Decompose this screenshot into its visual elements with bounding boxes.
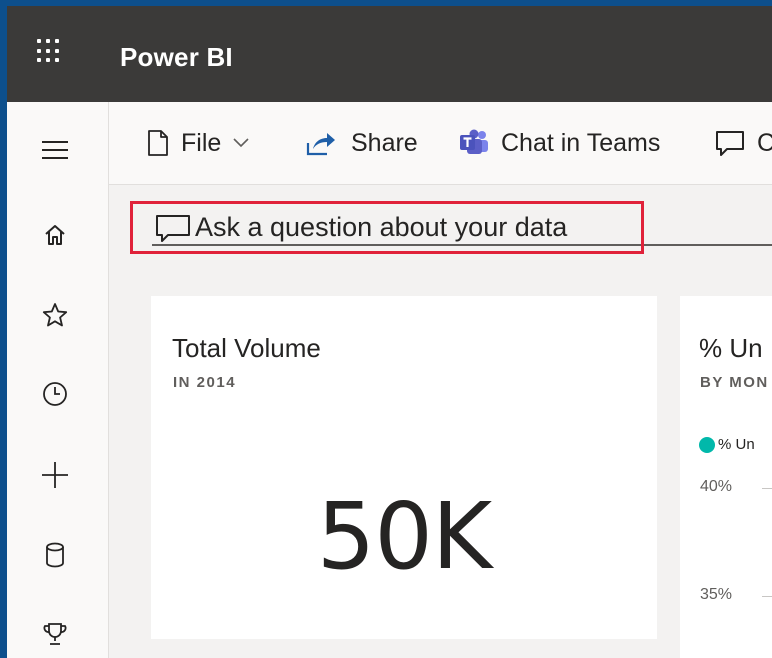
- file-label: File: [181, 128, 222, 157]
- chat-in-teams-label: Chat in Teams: [501, 128, 661, 157]
- app-title[interactable]: Power BI: [120, 42, 233, 73]
- share-label: Share: [351, 128, 418, 157]
- legend-swatch: [699, 436, 715, 453]
- gridline: [762, 488, 772, 489]
- chart-tile-percent[interactable]: % Un BY MON % Un 40% 35%: [680, 296, 772, 658]
- database-icon[interactable]: [35, 535, 75, 575]
- tile-subtitle: IN 2014: [173, 374, 237, 391]
- kpi-tile-total-volume[interactable]: Total Volume IN 2014 50K: [151, 296, 657, 639]
- chat-in-teams-button[interactable]: Chat in Teams: [459, 128, 660, 158]
- clock-icon[interactable]: [35, 374, 75, 414]
- legend-label: % Un: [718, 436, 755, 453]
- kpi-value: 50K: [316, 483, 492, 590]
- trophy-icon[interactable]: [35, 614, 75, 654]
- hamburger-icon[interactable]: [35, 130, 75, 170]
- y-tick-label: 40%: [700, 478, 733, 495]
- document-icon: [148, 130, 168, 156]
- top-bar: Power BI: [7, 6, 772, 102]
- chevron-down-icon: [233, 138, 249, 148]
- action-bar: File Share Chat in Teams C: [109, 102, 772, 185]
- comment-icon: [156, 214, 190, 242]
- comment-icon: [716, 131, 744, 156]
- chart-legend: % Un: [699, 436, 755, 453]
- star-icon[interactable]: [35, 295, 75, 335]
- file-menu[interactable]: File: [147, 128, 249, 158]
- y-tick-label: 35%: [700, 586, 733, 603]
- app-launcher-icon[interactable]: [37, 39, 61, 63]
- share-button[interactable]: Share: [305, 128, 418, 158]
- tile-title: Total Volume: [172, 333, 321, 363]
- comment-button[interactable]: C: [715, 128, 772, 158]
- tile-subtitle: BY MON: [700, 374, 769, 391]
- teams-icon: [460, 129, 488, 154]
- qna-input[interactable]: Ask a question about your data: [130, 201, 644, 254]
- comment-label: C: [757, 128, 772, 157]
- home-icon[interactable]: [35, 215, 75, 255]
- tile-title: % Un: [699, 333, 763, 363]
- gridline: [762, 596, 772, 597]
- left-nav: [7, 102, 109, 658]
- qna-placeholder: Ask a question about your data: [195, 212, 568, 242]
- app-frame: Power BI File Share Chat in Teams C Ask …: [7, 6, 772, 658]
- plus-icon[interactable]: [35, 455, 75, 495]
- share-icon: [306, 133, 335, 156]
